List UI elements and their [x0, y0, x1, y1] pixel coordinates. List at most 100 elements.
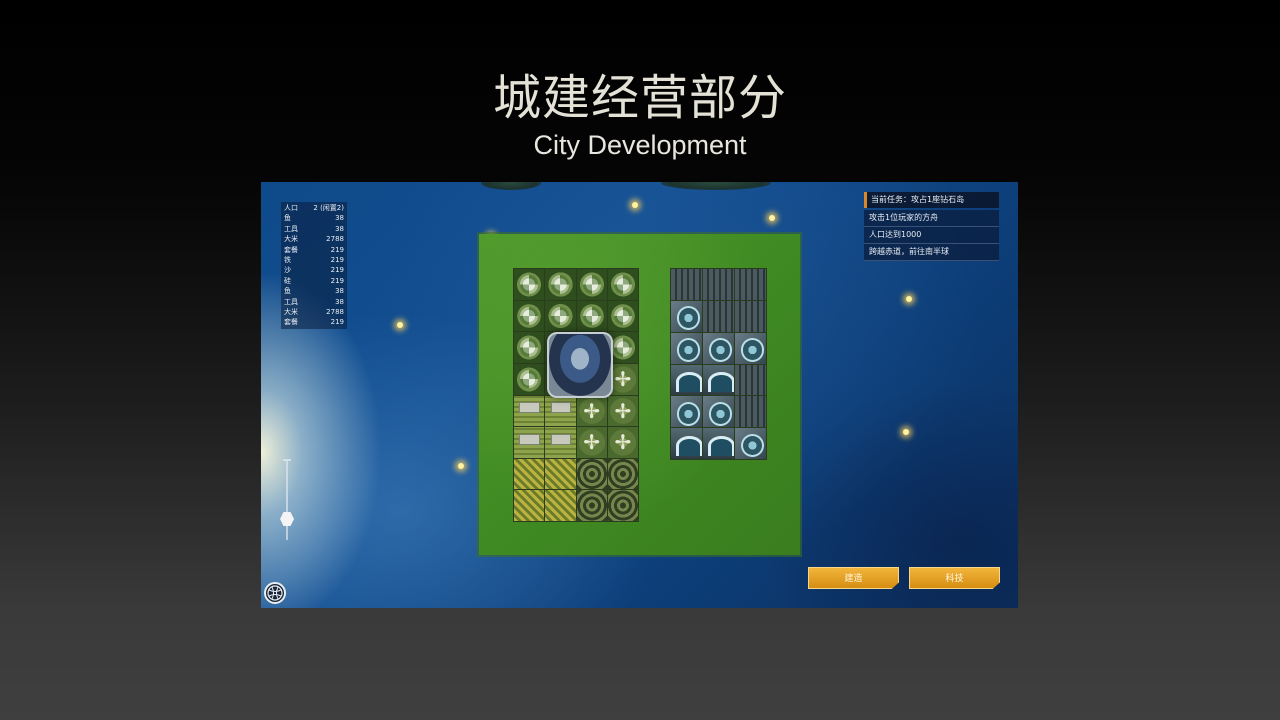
building-block-right — [670, 268, 767, 460]
building-tile[interactable] — [607, 395, 638, 427]
building-tile[interactable] — [671, 269, 702, 300]
building-tile[interactable] — [735, 396, 766, 428]
building-tile[interactable] — [735, 332, 766, 364]
resource-name: 大米 — [284, 307, 298, 316]
building-tile[interactable] — [514, 490, 545, 521]
building-tile[interactable] — [514, 332, 545, 363]
resource-row: 沙 219 — [284, 265, 344, 275]
resource-name: 鱼 — [284, 214, 291, 223]
building-tile[interactable] — [735, 428, 766, 459]
building-tile[interactable] — [514, 269, 545, 300]
building-tile[interactable] — [607, 300, 638, 332]
resource-panel: 人口 2 (闲置2) 鱼 38 工具 38 大米 2788 套餐 219 铁 219 沙 21… — [281, 202, 347, 329]
resource-row: 大米 2788 — [284, 234, 344, 244]
building-tile[interactable] — [703, 428, 734, 459]
building-tile[interactable] — [545, 458, 576, 490]
resource-row: 套餐 219 — [284, 317, 344, 327]
resource-name: 硅 — [284, 276, 291, 285]
zoom-slider-track[interactable] — [286, 460, 288, 540]
building-tile[interactable] — [545, 269, 576, 300]
building-tile[interactable] — [607, 427, 638, 458]
resource-value: 219 — [330, 276, 344, 285]
resource-value: 38 — [335, 224, 344, 233]
current-task-header[interactable]: 当前任务：攻占1座钻石岛 — [864, 192, 999, 208]
resource-name: 大米 — [284, 235, 298, 244]
building-tile[interactable] — [545, 427, 576, 458]
task-panel: 当前任务：攻占1座钻石岛 攻击1位玩家的方舟 人口达到1000 跨越赤道，前往南… — [864, 192, 999, 261]
building-tile[interactable] — [607, 490, 638, 521]
coastline-shadow — [661, 182, 771, 190]
map-buoy[interactable] — [769, 215, 775, 221]
resource-row: 鱼 38 — [284, 286, 344, 296]
building-tile[interactable] — [576, 269, 607, 300]
resource-value: 219 — [330, 266, 344, 275]
task-item[interactable]: 攻击1位玩家的方舟 — [864, 210, 999, 227]
building-tile[interactable] — [735, 269, 766, 300]
building-tile[interactable] — [545, 490, 576, 521]
tech-button[interactable]: 科技 — [909, 567, 1000, 589]
building-tile[interactable] — [671, 300, 702, 332]
building-tile[interactable] — [671, 332, 702, 364]
building-tile[interactable] — [735, 364, 766, 396]
resource-row: 工具 38 — [284, 297, 344, 307]
building-tile[interactable] — [576, 300, 607, 332]
map-buoy[interactable] — [903, 429, 909, 435]
resource-row: 大米 2788 — [284, 307, 344, 317]
building-tile[interactable] — [545, 300, 576, 332]
resource-value: 38 — [335, 214, 344, 223]
resource-value: 38 — [335, 297, 344, 306]
building-tile[interactable] — [576, 458, 607, 490]
resource-value: 2788 — [326, 307, 344, 316]
building-tile[interactable] — [671, 364, 702, 396]
building-tile[interactable] — [545, 395, 576, 427]
building-tile[interactable] — [514, 458, 545, 490]
building-tile[interactable] — [514, 300, 545, 332]
building-block-left — [513, 268, 639, 522]
resource-row: 工具 38 — [284, 224, 344, 234]
building-tile[interactable] — [607, 269, 638, 300]
zoom-slider-handle[interactable] — [280, 512, 294, 526]
building-tile[interactable] — [735, 300, 766, 332]
building-tile[interactable] — [514, 427, 545, 458]
resource-row: 鱼 38 — [284, 213, 344, 223]
map-buoy[interactable] — [632, 202, 638, 208]
building-tile[interactable] — [576, 490, 607, 521]
task-item[interactable]: 人口达到1000 — [864, 227, 999, 244]
resource-name: 套餐 — [284, 318, 298, 327]
resource-value: 2788 — [326, 235, 344, 244]
resource-value: 38 — [335, 287, 344, 296]
building-tile[interactable] — [671, 396, 702, 428]
game-screenshot: 人口 2 (闲置2) 鱼 38 工具 38 大米 2788 套餐 219 铁 219 沙 21… — [261, 182, 1018, 608]
map-buoy[interactable] — [397, 322, 403, 328]
coastline-shadow — [481, 182, 541, 190]
resource-name: 铁 — [284, 255, 291, 264]
resource-name: 人口 — [284, 204, 298, 212]
building-tile[interactable] — [703, 364, 734, 396]
resource-value: 219 — [330, 318, 344, 327]
building-tile[interactable] — [671, 428, 702, 459]
building-tile[interactable] — [703, 332, 734, 364]
resource-value: 2 (闲置2) — [313, 204, 344, 212]
task-item[interactable]: 跨越赤道，前往南半球 — [864, 244, 999, 261]
building-tile[interactable] — [576, 395, 607, 427]
building-tile[interactable] — [514, 395, 545, 427]
city-island[interactable] — [479, 234, 800, 555]
ark-headquarters[interactable] — [547, 332, 613, 398]
building-tile[interactable] — [607, 458, 638, 490]
globe-icon[interactable] — [264, 582, 286, 604]
map-buoy[interactable] — [458, 463, 464, 469]
build-button[interactable]: 建造 — [808, 567, 899, 589]
resource-row: 硅 219 — [284, 276, 344, 286]
resource-name: 工具 — [284, 297, 298, 306]
building-tile[interactable] — [703, 396, 734, 428]
resource-value: 219 — [330, 255, 344, 264]
building-tile[interactable] — [514, 363, 545, 395]
building-tile[interactable] — [576, 427, 607, 458]
resource-row: 人口 2 (闲置2) — [284, 203, 344, 213]
resource-row: 铁 219 — [284, 255, 344, 265]
slide-title: 城建经营部分 — [492, 70, 787, 126]
building-tile[interactable] — [703, 269, 734, 300]
building-tile[interactable] — [703, 300, 734, 332]
slide-subtitle: City Development — [533, 130, 747, 160]
map-buoy[interactable] — [906, 296, 912, 302]
